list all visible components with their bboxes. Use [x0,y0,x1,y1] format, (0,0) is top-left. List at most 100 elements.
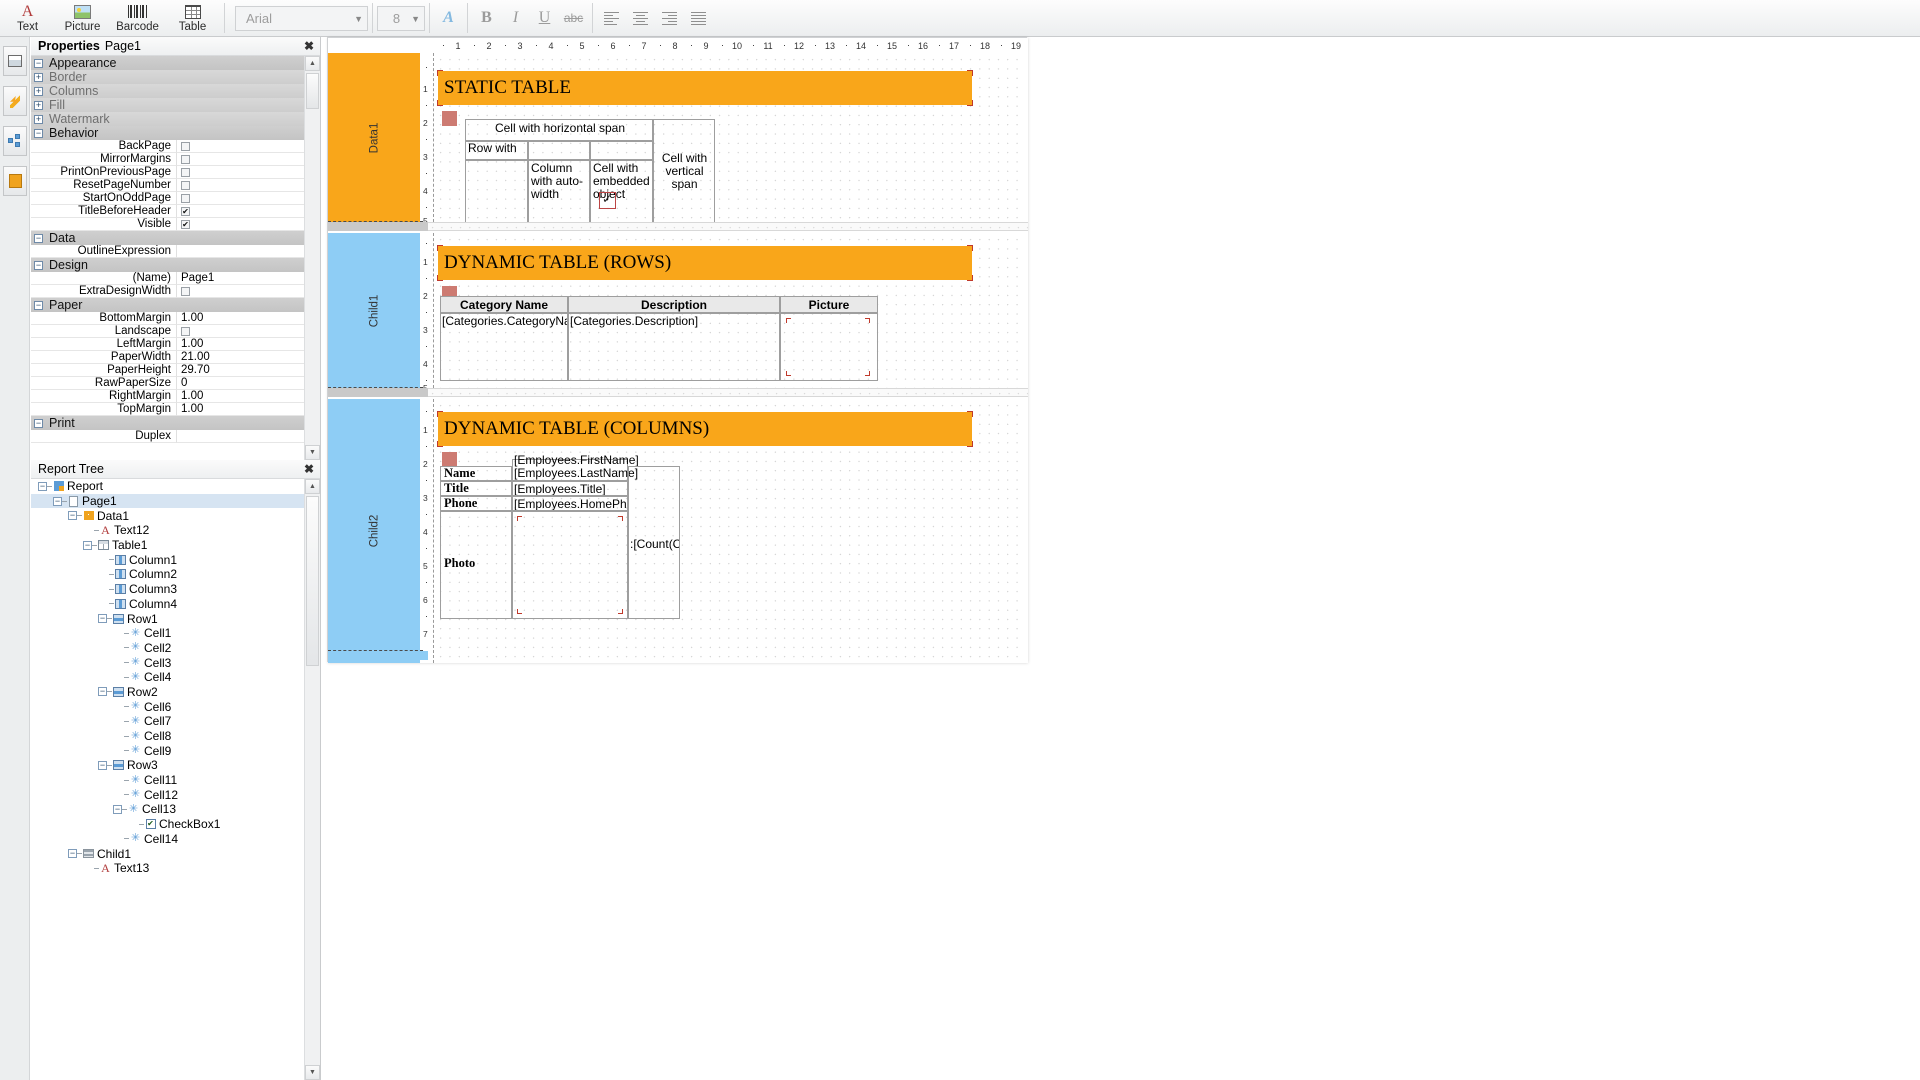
band-label-data1[interactable]: Data1 [328,53,420,222]
bold-button[interactable]: B [472,0,501,36]
property-row-startonoddpage[interactable]: StartOnOddPage [31,192,304,205]
insert-text-button[interactable]: A Text [0,0,55,36]
property-value[interactable]: ✔ [177,205,304,218]
dock-button-data[interactable] [3,166,27,196]
property-group-paper[interactable]: −Paper [31,298,304,312]
property-group-appearance[interactable]: −Appearance [31,56,304,70]
property-row-printonpreviouspage[interactable]: PrintOnPreviousPage [31,166,304,179]
property-value[interactable] [177,179,304,192]
tree-node-cell6[interactable]: ✳Cell6 [31,699,304,714]
property-value[interactable] [177,166,304,179]
dynamic-columns-value-phone[interactable]: [Employees.HomePhone] [512,496,628,511]
tree-node-cell4[interactable]: ✳Cell4 [31,670,304,685]
expander-icon[interactable]: − [34,419,43,428]
checkbox-unchecked-icon[interactable] [181,155,190,164]
property-group-columns[interactable]: +Columns [31,84,304,98]
property-row-paperheight[interactable]: PaperHeight29.70 [31,364,304,377]
dock-button-tree[interactable] [3,126,27,156]
property-value[interactable]: 1.00 [177,312,304,325]
static-cell-r2c3[interactable] [590,141,653,160]
expander-icon[interactable]: + [34,73,43,82]
property-group-behavior[interactable]: −Behavior [31,126,304,140]
checkbox-unchecked-icon[interactable] [181,181,190,190]
checkbox-unchecked-icon[interactable] [181,194,190,203]
scroll-up-icon[interactable]: ▲ [305,479,320,494]
tree-node-child1[interactable]: −Child1 [31,846,304,861]
scroll-down-icon[interactable]: ▼ [305,445,320,460]
band-child2[interactable]: Child2 1 2 3 4 5 6 [328,399,1021,663]
property-row-name[interactable]: (Name)Page1 [31,272,304,285]
property-row-mirrormargins[interactable]: MirrorMargins [31,153,304,166]
scrollbar-thumb[interactable] [306,73,319,109]
property-group-data[interactable]: −Data [31,231,304,245]
dynamic-columns-value-name[interactable]: [Employees.FirstName] [Employees.LastNam… [512,459,628,481]
expander-icon[interactable]: − [68,511,77,520]
scroll-up-icon[interactable]: ▲ [305,56,320,71]
dynamic-columns-label-photo-cell[interactable]: Photo [440,511,512,619]
tree-node-column3[interactable]: Column3 [31,582,304,597]
property-value[interactable]: Page1 [177,272,304,285]
tree-node-column4[interactable]: Column4 [31,597,304,612]
dynamic-rows-title[interactable]: DYNAMIC TABLE (ROWS) [438,246,972,280]
property-group-print[interactable]: −Print [31,416,304,430]
property-value[interactable]: ✔ [177,218,304,231]
strikeout-button[interactable]: abc [559,0,588,36]
align-center-button[interactable] [626,0,655,36]
dynamic-columns-label-phone[interactable]: Phone [440,496,512,511]
band-label-child1[interactable]: Child1 [328,233,420,388]
property-value[interactable] [177,245,304,258]
underline-button[interactable]: U [530,0,559,36]
tree-node-cell2[interactable]: ✳Cell2 [31,641,304,656]
tree-node-cell12[interactable]: ✳Cell12 [31,787,304,802]
band-body-child2[interactable]: DYNAMIC TABLE (COLUMNS) Name Title Phone [433,399,1021,663]
dynamic-columns-label-title[interactable]: Title [440,481,512,496]
expander-icon[interactable]: − [34,301,43,310]
expander-icon[interactable]: − [53,497,62,506]
tree-node-cell11[interactable]: ✳Cell11 [31,773,304,788]
property-value[interactable]: 1.00 [177,338,304,351]
property-value[interactable]: 1.00 [177,403,304,416]
property-row-paperwidth[interactable]: PaperWidth21.00 [31,351,304,364]
tree-node-row1[interactable]: −Row1 [31,611,304,626]
property-row-resetpagenumber[interactable]: ResetPageNumber [31,179,304,192]
report-tree-list[interactable]: −Report−Page1−Data1AText12−Table1Column1… [31,479,304,1080]
expander-icon[interactable]: − [98,614,107,623]
insert-table-button[interactable]: Table [165,0,220,36]
tree-node-cell1[interactable]: ✳Cell1 [31,626,304,641]
property-value[interactable]: 0 [177,377,304,390]
checkbox-checked-icon[interactable]: ✔ [181,207,190,216]
static-table-title[interactable]: STATIC TABLE [438,71,972,105]
scroll-down-icon[interactable]: ▼ [305,1065,320,1080]
embedded-checkbox-icon[interactable] [599,192,616,209]
tree-node-data1[interactable]: −Data1 [31,508,304,523]
font-name-select[interactable]: Arial ▼ [235,6,368,31]
expander-icon[interactable]: − [113,805,122,814]
property-value[interactable]: 1.00 [177,390,304,403]
property-value[interactable] [177,192,304,205]
report-tree-scrollbar[interactable]: ▲ ▼ [304,479,320,1080]
dynamic-rows-header-picture[interactable]: Picture [780,296,878,313]
expander-icon[interactable]: − [34,129,43,138]
dynamic-columns-count-cell[interactable]: :[Count(Ce [628,466,680,619]
property-row-rawpapersize[interactable]: RawPaperSize0 [31,377,304,390]
tree-node-cell13[interactable]: −✳Cell13 [31,802,304,817]
expander-icon[interactable]: − [38,482,47,491]
band-child1[interactable]: Child1 1 2 3 4 5 [328,233,1021,388]
dock-button-properties[interactable] [3,46,27,76]
design-canvas[interactable]: Data1 1 2 3 4 5 [328,53,1028,663]
align-justify-button[interactable] [684,0,713,36]
tree-node-table1[interactable]: −Table1 [31,538,304,553]
property-row-leftmargin[interactable]: LeftMargin1.00 [31,338,304,351]
insert-picture-button[interactable]: Picture [55,0,110,36]
text-style-button[interactable]: A [434,0,463,36]
tree-node-checkbox1[interactable]: ✔CheckBox1 [31,817,304,832]
tree-node-cell9[interactable]: ✳Cell9 [31,743,304,758]
dynamic-columns-label-name[interactable]: Name [440,466,512,481]
dynamic-rows-cell-description[interactable]: [Categories.Description] [568,313,780,381]
font-size-select[interactable]: 8 ▼ [377,6,425,31]
tree-node-cell3[interactable]: ✳Cell3 [31,655,304,670]
band-label-child2[interactable]: Child2 [328,399,420,663]
table-drag-handle[interactable] [442,111,457,126]
property-group-border[interactable]: +Border [31,70,304,84]
tree-node-cell8[interactable]: ✳Cell8 [31,729,304,744]
